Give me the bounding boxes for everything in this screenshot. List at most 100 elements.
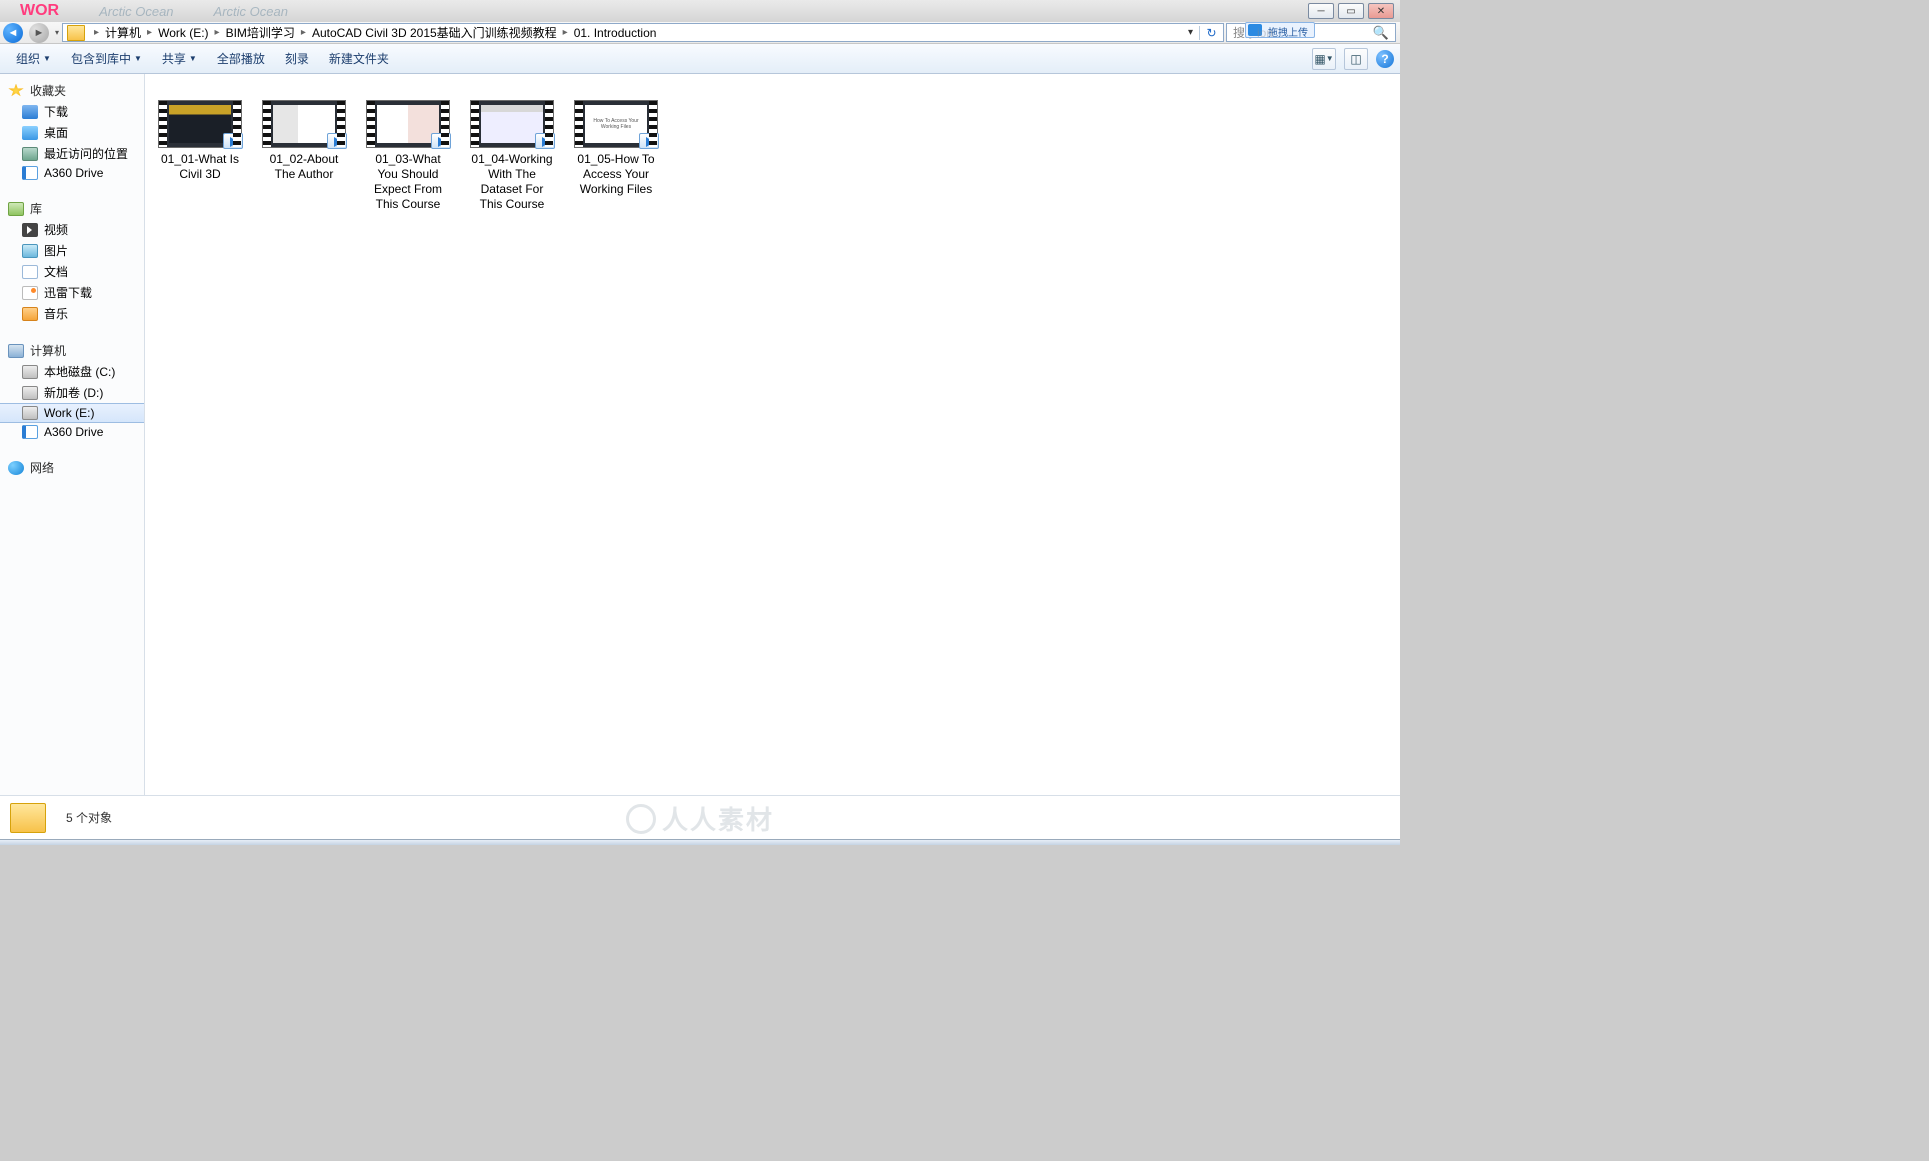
command-toolbar: 组织▼ 包含到库中▼ 共享▼ 全部播放 刻录 新建文件夹 ▦ ▼ ◫ ? (0, 44, 1400, 74)
chevron-right-icon: ▸ (296, 27, 311, 38)
refresh-button[interactable]: ↻ (1199, 26, 1223, 40)
hdd-icon (22, 406, 38, 420)
sidebar-item-drive-e[interactable]: Work (E:) (0, 403, 144, 423)
play-icon (223, 133, 243, 149)
file-name: 01_04-Working With The Dataset For This … (469, 152, 555, 212)
hdd-icon (22, 365, 38, 379)
address-bar-row: ◄ ► ▾ ▸ 计算机 ▸ Work (E:) ▸ BIM培训学习 ▸ Auto… (0, 22, 1400, 44)
play-icon (327, 133, 347, 149)
help-button[interactable]: ? (1376, 50, 1394, 68)
file-item[interactable]: 01_01-What Is Civil 3D (157, 100, 243, 182)
folder-icon (10, 803, 46, 833)
search-icon[interactable]: 🔍 (1373, 25, 1389, 41)
new-folder-button[interactable]: 新建文件夹 (319, 50, 399, 67)
background-window-titlebar: WOR Arctic Ocean Arctic Ocean ─ ▭ ✕ (0, 0, 1400, 22)
sidebar-group-favorites[interactable]: 收藏夹 (0, 80, 144, 101)
play-icon (431, 133, 451, 149)
view-options-button[interactable]: ▦ ▼ (1312, 48, 1336, 70)
sidebar-item-documents[interactable]: 文档 (0, 261, 144, 282)
watermark-icon (626, 804, 656, 834)
file-name: 01_05-How To Access Your Working Files (573, 152, 659, 197)
sidebar-item-xunlei[interactable]: 迅雷下载 (0, 282, 144, 303)
upload-tag[interactable]: 拖拽上传 (1245, 22, 1315, 38)
breadcrumb-item[interactable]: AutoCAD Civil 3D 2015基础入门训练视频教程 (311, 24, 558, 41)
chevron-down-icon: ▼ (43, 54, 51, 63)
include-in-library-menu[interactable]: 包含到库中▼ (61, 50, 152, 67)
xunlei-icon (22, 286, 38, 300)
breadcrumb-item[interactable]: BIM培训学习 (225, 24, 296, 41)
library-icon (8, 202, 24, 216)
close-button[interactable]: ✕ (1368, 3, 1394, 19)
play-icon (535, 133, 555, 149)
nav-forward-button[interactable]: ► (26, 22, 52, 44)
bg-map-label-2: Arctic Ocean (214, 4, 288, 19)
sidebar-item-a360[interactable]: A360 Drive (0, 164, 144, 182)
organize-menu[interactable]: 组织▼ (6, 50, 61, 67)
chevron-right-icon: ▸ (210, 27, 225, 38)
share-menu[interactable]: 共享▼ (152, 50, 207, 67)
watermark: 人人素材 (626, 800, 774, 837)
search-ghost-text: ion (1257, 26, 1273, 40)
chevron-right-icon: ▸ (89, 27, 104, 38)
sidebar-item-pictures[interactable]: 图片 (0, 240, 144, 261)
video-thumbnail (470, 100, 554, 148)
recent-icon (22, 147, 38, 161)
sidebar-item-a360-drive[interactable]: A360 Drive (0, 423, 144, 441)
sidebar-item-videos[interactable]: 视频 (0, 219, 144, 240)
video-thumbnail (366, 100, 450, 148)
a360-icon (22, 166, 38, 180)
breadcrumb-bar[interactable]: ▸ 计算机 ▸ Work (E:) ▸ BIM培训学习 ▸ AutoCAD Ci… (62, 23, 1224, 42)
file-item[interactable]: 01_02-About The Author (261, 100, 347, 182)
sidebar-item-desktop[interactable]: 桌面 (0, 122, 144, 143)
file-item[interactable]: 01_04-Working With The Dataset For This … (469, 100, 555, 212)
file-item[interactable]: How To Access Your Working Files01_05-Ho… (573, 100, 659, 197)
breadcrumb-dropdown[interactable]: ▾ (1182, 27, 1199, 38)
play-all-button[interactable]: 全部播放 (207, 50, 275, 67)
explorer-window: ◄ ► ▾ ▸ 计算机 ▸ Work (E:) ▸ BIM培训学习 ▸ Auto… (0, 22, 1400, 845)
video-thumbnail (262, 100, 346, 148)
file-name: 01_02-About The Author (261, 152, 347, 182)
nav-history-dropdown[interactable]: ▾ (52, 22, 62, 43)
sidebar-item-recent[interactable]: 最近访问的位置 (0, 143, 144, 164)
sidebar-item-drive-c[interactable]: 本地磁盘 (C:) (0, 361, 144, 382)
bg-map-label-1: Arctic Ocean (99, 4, 173, 19)
sidebar-group-computer[interactable]: 计算机 (0, 340, 144, 361)
chevron-right-icon: ▸ (142, 27, 157, 38)
bg-logo-text: WOR (20, 2, 59, 20)
sidebar-group-libraries[interactable]: 库 (0, 198, 144, 219)
folder-icon (67, 25, 85, 41)
breadcrumb-item[interactable]: 计算机 (104, 24, 142, 41)
document-icon (22, 265, 38, 279)
nav-back-button[interactable]: ◄ (0, 22, 26, 44)
breadcrumb-item[interactable]: Work (E:) (157, 26, 209, 40)
hdd-icon (22, 386, 38, 400)
status-text: 5 个对象 (66, 809, 112, 826)
download-icon (22, 105, 38, 119)
sidebar-group-network[interactable]: 网络 (0, 457, 144, 478)
sidebar-item-music[interactable]: 音乐 (0, 303, 144, 324)
sidebar-item-downloads[interactable]: 下载 (0, 101, 144, 122)
video-thumbnail: How To Access Your Working Files (574, 100, 658, 148)
file-item[interactable]: 01_03-What You Should Expect From This C… (365, 100, 451, 212)
burn-button[interactable]: 刻录 (275, 50, 319, 67)
video-thumbnail (158, 100, 242, 148)
sidebar-item-drive-d[interactable]: 新加卷 (D:) (0, 382, 144, 403)
maximize-button[interactable]: ▭ (1338, 3, 1364, 19)
breadcrumb-item[interactable]: 01. Introduction (573, 26, 658, 40)
preview-pane-button[interactable]: ◫ (1344, 48, 1368, 70)
file-list-pane[interactable]: 01_01-What Is Civil 3D 01_02-About The Au… (145, 74, 1400, 795)
status-bar: 5 个对象 人人素材 (0, 795, 1400, 839)
star-icon (8, 84, 24, 98)
chevron-right-icon: ▸ (558, 27, 573, 38)
file-name: 01_01-What Is Civil 3D (157, 152, 243, 182)
navigation-sidebar: 收藏夹 下载 桌面 最近访问的位置 A360 Drive 库 视频 图片 文档 … (0, 74, 145, 795)
network-icon (8, 461, 24, 475)
minimize-button[interactable]: ─ (1308, 3, 1334, 19)
search-input[interactable]: 搜索 拖拽上传 ion 🔍 (1226, 23, 1396, 42)
file-name: 01_03-What You Should Expect From This C… (365, 152, 451, 212)
desktop-icon (22, 126, 38, 140)
picture-icon (22, 244, 38, 258)
video-icon (22, 223, 38, 237)
music-icon (22, 307, 38, 321)
computer-icon (8, 344, 24, 358)
